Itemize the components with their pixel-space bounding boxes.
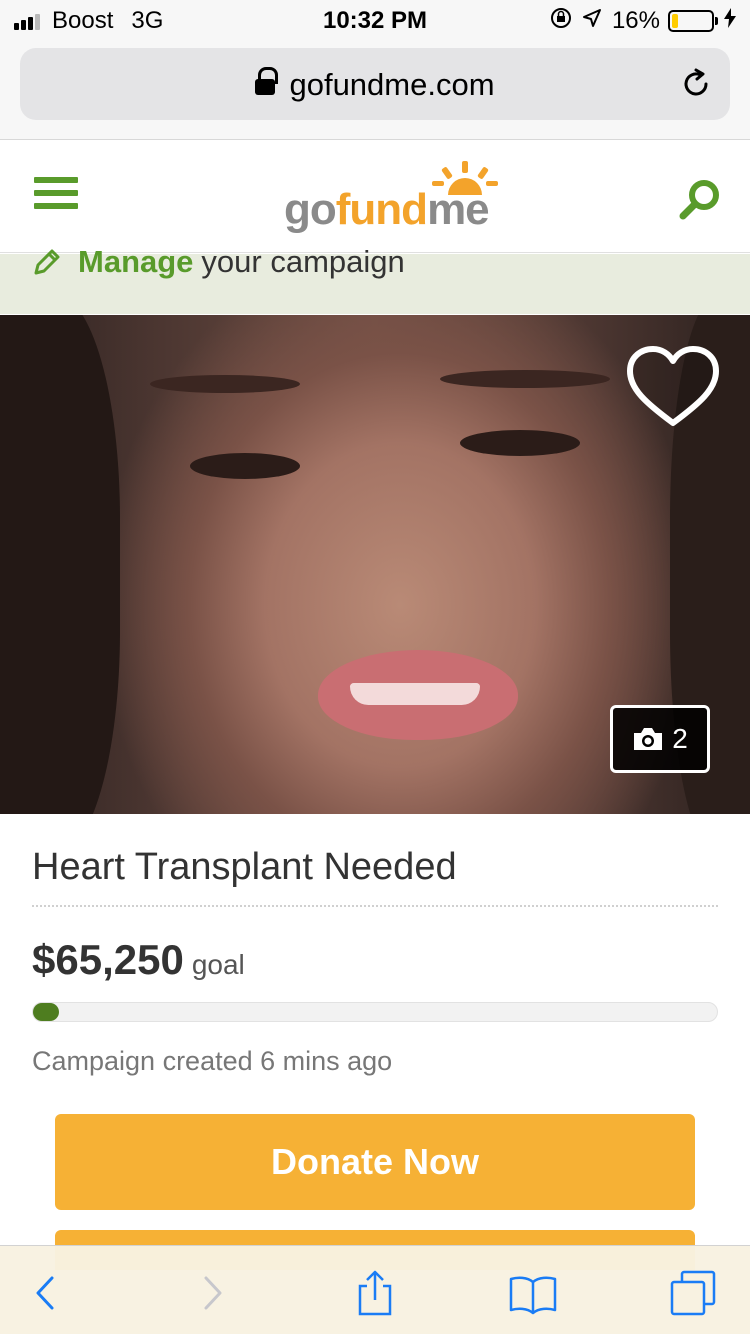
photo-brow-right	[440, 370, 610, 388]
browser-address-area: gofundme.com	[0, 40, 750, 140]
battery-icon	[668, 10, 718, 32]
address-text-row[interactable]: gofundme.com	[20, 67, 730, 103]
logo-part-go: go	[284, 185, 337, 234]
status-right: 16%	[550, 7, 736, 35]
manage-campaign-link[interactable]: Manage your campaign	[32, 244, 405, 280]
photo-brow-left	[150, 375, 300, 393]
manage-campaign-banner[interactable]: Manage your campaign	[0, 244, 750, 314]
donate-now-button[interactable]: Donate Now	[55, 1114, 695, 1210]
photo-eye-left	[190, 453, 300, 479]
browser-toolbar	[0, 1245, 750, 1334]
tabs-icon[interactable]	[668, 1268, 718, 1318]
photo-teeth	[350, 683, 480, 705]
manage-label: Manage	[78, 244, 194, 279]
logo-part-fund: fund	[335, 185, 428, 234]
share-icon[interactable]	[350, 1268, 400, 1318]
bookmarks-icon[interactable]	[508, 1268, 558, 1318]
orientation-lock-icon	[550, 7, 572, 35]
charging-icon	[724, 8, 736, 34]
site-header: gofundme	[0, 141, 750, 253]
goal-amount: $65,250	[32, 936, 184, 983]
camera-icon	[634, 728, 663, 750]
goal-label: goal	[191, 949, 245, 980]
photo-eye-right	[460, 430, 580, 456]
campaign-created-time: Campaign created 6 mins ago	[32, 1046, 393, 1076]
campaign-title: Heart Transplant Needed	[32, 846, 718, 907]
lock-icon	[255, 67, 279, 97]
photo-hair-left	[0, 315, 120, 814]
search-icon[interactable]	[678, 177, 722, 221]
photo-count: 2	[672, 723, 688, 754]
battery-percent: 16%	[611, 7, 660, 34]
hamburger-menu-icon[interactable]	[34, 177, 78, 213]
goal-row: $65,250 goal	[32, 936, 245, 984]
photo-count-button[interactable]: 2	[610, 705, 710, 773]
campaign-photo[interactable]: 2	[0, 315, 750, 814]
funding-progress-fill	[33, 1003, 59, 1021]
reload-icon[interactable]	[680, 68, 712, 100]
manage-label-rest: your campaign	[201, 244, 405, 279]
location-icon	[582, 8, 602, 34]
back-icon[interactable]	[22, 1268, 72, 1318]
heart-icon[interactable]	[626, 345, 720, 429]
logo-wordmark: gofundme	[284, 185, 490, 235]
gofundme-logo[interactable]: gofundme	[280, 161, 510, 241]
status-bar: Boost 3G 10:32 PM 16%	[0, 0, 750, 40]
funding-progress-bar	[32, 1002, 718, 1022]
address-bar[interactable]: gofundme.com	[20, 48, 730, 120]
battery-fill	[672, 14, 679, 28]
pencil-icon	[34, 249, 60, 275]
logo-part-me: me	[427, 185, 490, 234]
url-domain[interactable]: gofundme.com	[289, 67, 494, 102]
forward-icon[interactable]	[188, 1268, 238, 1318]
